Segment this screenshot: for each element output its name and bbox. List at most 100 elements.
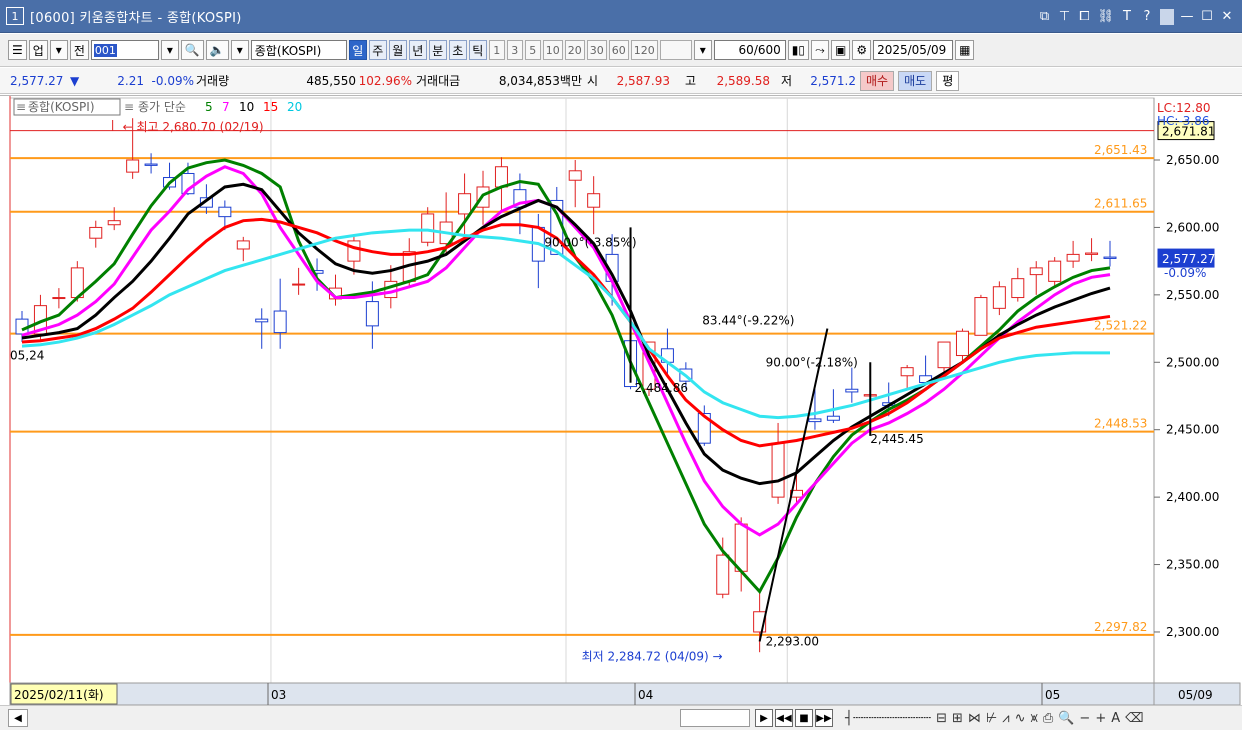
high-label: 고 bbox=[684, 74, 696, 88]
candle-body bbox=[955, 330, 969, 357]
angle-note: 90.00°(-3.85%) bbox=[544, 235, 636, 249]
calendar-icon[interactable]: ▦ bbox=[955, 40, 975, 60]
fan-icon[interactable]: ⩙ bbox=[1030, 711, 1037, 726]
candle-body bbox=[826, 415, 840, 421]
angle-note: 83.44°(-9.22%) bbox=[702, 314, 794, 328]
window-title: [0600] 키움종합차트 - 종합(KOSPI) bbox=[30, 10, 242, 26]
next-icon[interactable]: ▶ bbox=[755, 709, 773, 727]
tile-icon[interactable]: ⧠ bbox=[1077, 9, 1091, 24]
zoom-slider-icon[interactable]: ┤┄┄┄┄┄┄┄┄┄┄ bbox=[845, 711, 931, 726]
candle-body bbox=[1011, 278, 1025, 299]
search-icon[interactable]: 🔍 bbox=[180, 40, 204, 60]
period-month-tab[interactable]: 월 bbox=[388, 40, 407, 60]
split-view-icon[interactable]: ⊟ bbox=[936, 711, 947, 726]
zoom-out-icon[interactable]: − bbox=[1079, 711, 1090, 726]
interval-button[interactable]: 120 bbox=[630, 40, 658, 60]
rewind-icon[interactable]: ◀◀ bbox=[775, 709, 793, 727]
candle-body bbox=[771, 442, 785, 498]
period-tick-tab[interactable]: 틱 bbox=[468, 40, 487, 60]
high-note: ← 최고 2,680.70 (02/19) bbox=[123, 120, 264, 134]
candle-body bbox=[568, 170, 582, 181]
help-icon[interactable]: ? bbox=[1140, 9, 1154, 24]
low-label: 저 bbox=[780, 74, 792, 88]
interval-button[interactable]: 3 bbox=[506, 40, 523, 60]
market-dropdown-icon[interactable]: ▾ bbox=[49, 40, 68, 60]
period-year-tab[interactable]: 년 bbox=[408, 40, 427, 60]
scroll-left-icon[interactable]: ◀ bbox=[8, 709, 28, 727]
print-icon[interactable]: ⎙ bbox=[1043, 711, 1053, 726]
code-input[interactable]: 001 bbox=[90, 40, 159, 60]
current-price: 2,577.27 bbox=[10, 73, 64, 88]
window-controls: ⧉ ⊤ ⧠ ⛓ T ? — ☐ ✕ bbox=[1037, 0, 1234, 33]
interval-button[interactable]: 20 bbox=[564, 40, 585, 60]
candle-body bbox=[218, 206, 232, 218]
buy-button[interactable]: 매수 bbox=[860, 70, 895, 91]
link-icon[interactable]: ⛓ bbox=[1097, 9, 1114, 24]
candle-body bbox=[1048, 260, 1062, 282]
hc-label: HC:-3.86 bbox=[1157, 114, 1210, 128]
window-titlebar: 1 [0600] 키움종합차트 - 종합(KOSPI) ⧉ ⊤ ⧠ ⛓ T ? … bbox=[0, 0, 1242, 33]
fast-forward-icon[interactable]: ▶▶ bbox=[815, 709, 833, 727]
legend-ma5: 5 bbox=[205, 100, 213, 114]
area-icon[interactable]: ⋈ bbox=[968, 711, 981, 726]
point-label: 2,445.45 bbox=[870, 432, 923, 446]
maximize-icon[interactable]: ☐ bbox=[1200, 9, 1214, 24]
wave-icon[interactable]: ∿ bbox=[1015, 711, 1026, 726]
chart-area[interactable]: 2,651.43 2,611.65 2,521.22 2,448.53 2,297.82… bbox=[0, 95, 1242, 706]
restore-icon[interactable]: ⧉ bbox=[1037, 9, 1051, 24]
zoom-icon[interactable]: 🔍 bbox=[1058, 711, 1074, 726]
count-value: 60 bbox=[738, 43, 754, 57]
count-field[interactable]: 60/600 bbox=[713, 40, 786, 60]
time-axis-bar bbox=[9, 682, 1155, 706]
legend-ma10: 10 bbox=[239, 100, 254, 114]
pin-icon[interactable]: ⊤ bbox=[1057, 9, 1071, 24]
interval-custom-input[interactable] bbox=[659, 40, 692, 60]
font-icon[interactable]: T bbox=[1120, 9, 1134, 24]
period-day-tab[interactable]: 일 bbox=[348, 40, 367, 60]
even-button[interactable]: 평 bbox=[936, 70, 960, 91]
sound-dropdown-icon[interactable]: ▾ bbox=[230, 40, 249, 60]
candle-body bbox=[992, 286, 1006, 309]
date-field[interactable]: 2025/05/09 bbox=[873, 40, 954, 60]
gear-icon[interactable]: ⚙ bbox=[852, 40, 872, 60]
interval-button[interactable]: 5 bbox=[524, 40, 541, 60]
candle-body bbox=[107, 220, 121, 226]
trend-icon[interactable]: ⩘ bbox=[1002, 711, 1009, 726]
indicator-icon[interactable]: ▮▯ bbox=[787, 40, 809, 60]
interval-button[interactable]: 30 bbox=[586, 40, 607, 60]
all-button[interactable]: 전 bbox=[69, 40, 89, 60]
code-dropdown-icon[interactable]: ▾ bbox=[160, 40, 179, 60]
symbol-name-field[interactable]: 종합(KOSPI) bbox=[250, 40, 347, 60]
close-icon[interactable]: ✕ bbox=[1220, 9, 1234, 24]
x-end-label: 05/09 bbox=[1178, 688, 1213, 702]
period-second-tab[interactable]: 초 bbox=[448, 40, 467, 60]
period-minute-tab[interactable]: 분 bbox=[428, 40, 447, 60]
font-a-icon[interactable]: A bbox=[1111, 711, 1120, 726]
menu-icon[interactable]: ☰ bbox=[8, 40, 27, 60]
sound-icon[interactable]: 🔈 bbox=[205, 40, 229, 60]
save-icon[interactable]: ▣ bbox=[830, 40, 851, 60]
minimize-icon[interactable]: — bbox=[1180, 9, 1194, 24]
lc-label: LC:12.80 bbox=[1157, 101, 1210, 115]
window-number[interactable]: 1 bbox=[6, 7, 24, 25]
sell-button[interactable]: 매도 bbox=[898, 70, 933, 91]
current-rate-label: -0.09% bbox=[1164, 266, 1206, 280]
month-label-04: 04 bbox=[638, 688, 653, 702]
legend-ma7: 7 bbox=[222, 100, 230, 114]
eraser-icon[interactable]: ⌫ bbox=[1125, 711, 1143, 726]
overlay-icon[interactable]: ⊞ bbox=[952, 711, 963, 726]
price-chart[interactable]: 2,651.43 2,611.65 2,521.22 2,448.53 2,297.82… bbox=[0, 96, 1242, 706]
interval-dropdown-icon[interactable]: ▾ bbox=[693, 40, 712, 60]
interval-button[interactable]: 10 bbox=[542, 40, 563, 60]
period-week-tab[interactable]: 주 bbox=[368, 40, 387, 60]
zoom-in-icon[interactable]: + bbox=[1095, 711, 1106, 726]
interval-button[interactable]: 1 bbox=[488, 40, 505, 60]
stop-icon[interactable]: ■ bbox=[795, 709, 813, 727]
market-button[interactable]: 업 bbox=[28, 40, 48, 60]
scroll-track[interactable] bbox=[680, 709, 750, 727]
interval-button[interactable]: 60 bbox=[608, 40, 629, 60]
bottom-toolbar: ◀ ▶ ◀◀ ■ ▶▶ ┤┄┄┄┄┄┄┄┄┄┄ ⊟ ⊞ ⋈ ⊬ ⩘ ∿ ⩙ ⎙ … bbox=[0, 705, 1242, 730]
measure-icon[interactable]: ⊬ bbox=[986, 711, 997, 726]
tool-icon[interactable]: ⤳ bbox=[810, 40, 829, 60]
candle-body bbox=[1103, 256, 1117, 259]
